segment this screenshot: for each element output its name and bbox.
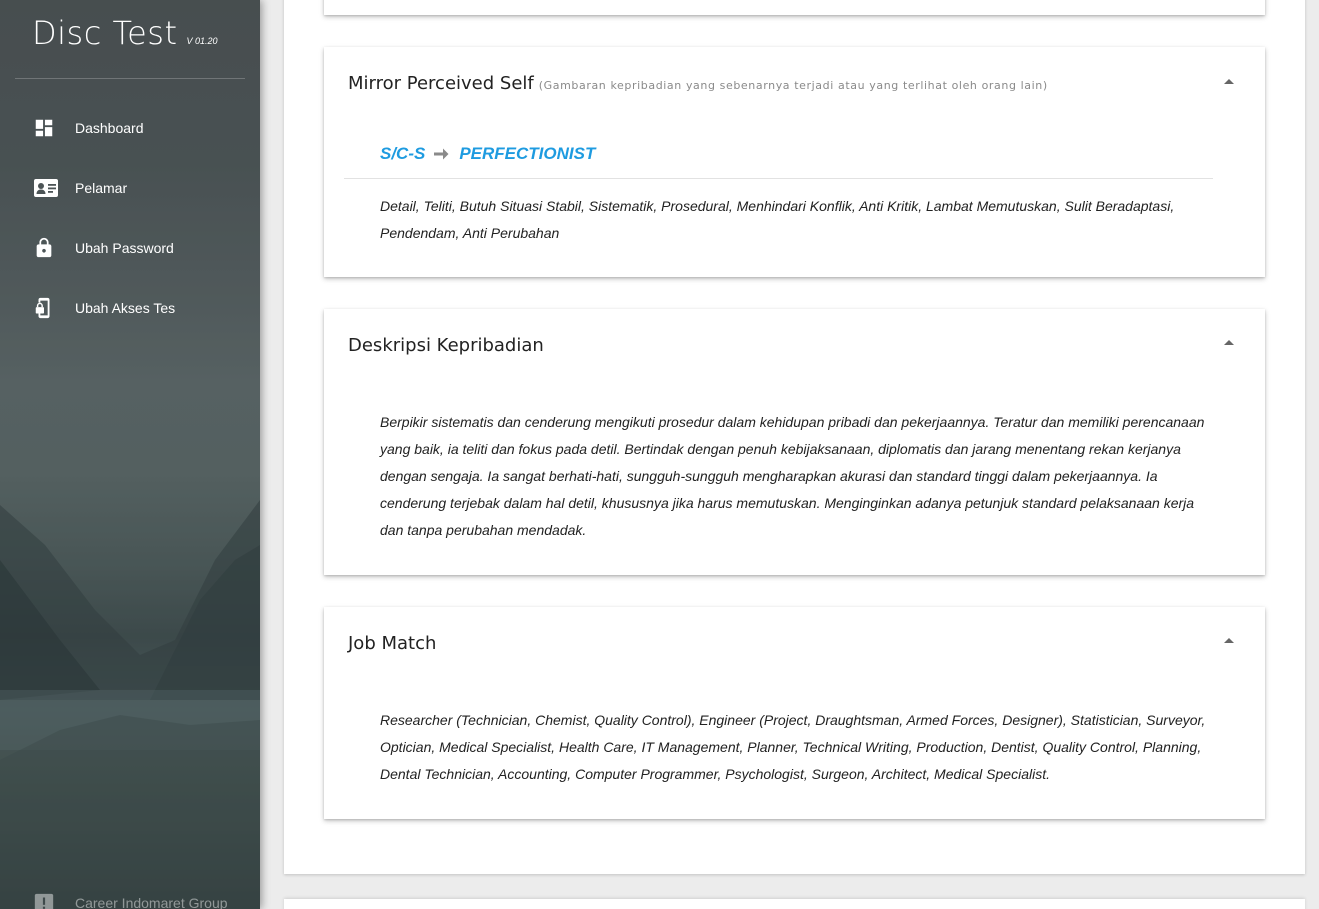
- panel-title-mirror: Mirror Perceived Self: [348, 73, 534, 94]
- personality-type: S/C-S PERFECTIONIST: [380, 144, 595, 164]
- app-name: Disc Test: [32, 14, 178, 52]
- previous-panel: [324, 0, 1265, 15]
- nav-item-ubah-akses-tes[interactable]: Ubah Akses Tes: [0, 283, 260, 333]
- type-divider: [344, 178, 1213, 179]
- personality-traits: Detail, Teliti, Butuh Situasi Stabil, Si…: [380, 198, 1175, 241]
- alert-icon: [34, 893, 54, 909]
- next-card: [284, 899, 1305, 909]
- collapse-caret-mirror[interactable]: [1224, 79, 1234, 84]
- nav-item-career[interactable]: Career Indomaret Group: [0, 878, 260, 909]
- nav-item-dashboard[interactable]: Dashboard: [0, 103, 260, 153]
- panel-subtitle-mirror: (Gambaran kepribadian yang sebenarnya te…: [538, 79, 1048, 92]
- sidebar: Disc Test V 01.20 Dashboard Pelamar Ubah…: [0, 0, 260, 909]
- nav-label-ubah-password: Ubah Password: [75, 240, 174, 256]
- job-match-text: Researcher (Technician, Chemist, Quality…: [380, 712, 1206, 782]
- nav-label-dashboard: Dashboard: [75, 120, 144, 136]
- lock-icon: [36, 237, 52, 258]
- brand: Disc Test V 01.20: [32, 14, 218, 52]
- panel-title-description: Deskripsi Kepribadian: [348, 335, 544, 356]
- panel-deskripsi-kepribadian: Deskripsi Kepribadian Berpikir sistemati…: [324, 309, 1265, 575]
- panel-header-job-match[interactable]: Job Match: [348, 633, 436, 654]
- collapse-caret-job-match[interactable]: [1224, 638, 1234, 643]
- description-text: Berpikir sistematis dan cenderung mengik…: [380, 414, 1205, 538]
- panel-header-description[interactable]: Deskripsi Kepribadian: [348, 335, 544, 356]
- panel-job-match: Job Match Researcher (Technician, Chemis…: [324, 607, 1265, 819]
- nav-item-pelamar[interactable]: Pelamar: [0, 163, 260, 213]
- nav-label-career: Career Indomaret Group: [75, 895, 228, 909]
- panel-title-job-match: Job Match: [348, 633, 437, 654]
- type-code: S/C-S: [380, 144, 426, 163]
- collapse-caret-description[interactable]: [1224, 340, 1234, 345]
- dashboard-icon: [35, 119, 53, 137]
- id-card-icon: [34, 179, 58, 197]
- arrow-right-icon: [434, 148, 449, 160]
- phone-lock-icon: [35, 297, 50, 319]
- nav-item-ubah-password[interactable]: Ubah Password: [0, 223, 260, 273]
- panel-mirror-perceived-self: Mirror Perceived Self (Gambaran kepribad…: [324, 47, 1265, 277]
- panel-header-mirror[interactable]: Mirror Perceived Self (Gambaran kepribad…: [348, 73, 1048, 94]
- nav-label-ubah-akses-tes: Ubah Akses Tes: [75, 300, 176, 316]
- nav-label-pelamar: Pelamar: [75, 180, 128, 196]
- type-name: PERFECTIONIST: [459, 144, 596, 163]
- app-version: V 01.20: [186, 36, 218, 46]
- sidebar-divider: [15, 78, 245, 79]
